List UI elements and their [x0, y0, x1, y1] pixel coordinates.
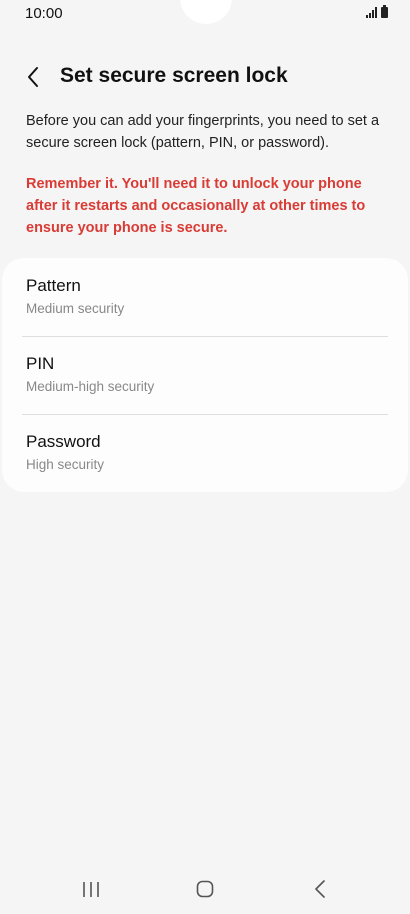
battery-icon — [381, 5, 388, 18]
option-title: PIN — [26, 354, 55, 373]
option-title: Pattern — [26, 276, 81, 295]
option-subtitle: Medium-high security — [26, 379, 155, 394]
option-subtitle: Medium security — [26, 301, 125, 316]
description-text: Before you can add your fingerprints, yo… — [26, 113, 380, 151]
recent-apps-icon[interactable] — [71, 876, 111, 902]
status-time: 10:00 — [25, 5, 63, 22]
status-icons — [366, 5, 388, 18]
signal-icon — [366, 7, 377, 18]
option-pattern[interactable]: Pattern Medium security — [2, 258, 408, 336]
camera-notch — [180, 0, 232, 24]
navigation-bar — [0, 866, 410, 914]
option-password[interactable]: Password High security — [2, 414, 408, 492]
warning-text: Remember it. You'll need it to unlock yo… — [26, 176, 366, 236]
option-pin[interactable]: PIN Medium-high security — [2, 336, 408, 414]
page-title: Set secure screen lock — [60, 64, 288, 87]
option-subtitle: High security — [26, 457, 105, 472]
nav-back-icon[interactable] — [300, 876, 340, 902]
app-header: Set secure screen lock — [0, 58, 410, 98]
back-chevron-icon[interactable] — [24, 64, 44, 90]
home-icon[interactable] — [185, 876, 225, 902]
option-title: Password — [26, 432, 101, 451]
lock-options-card: Pattern Medium security PIN Medium-high … — [2, 258, 408, 492]
status-bar: 10:00 — [0, 0, 410, 28]
